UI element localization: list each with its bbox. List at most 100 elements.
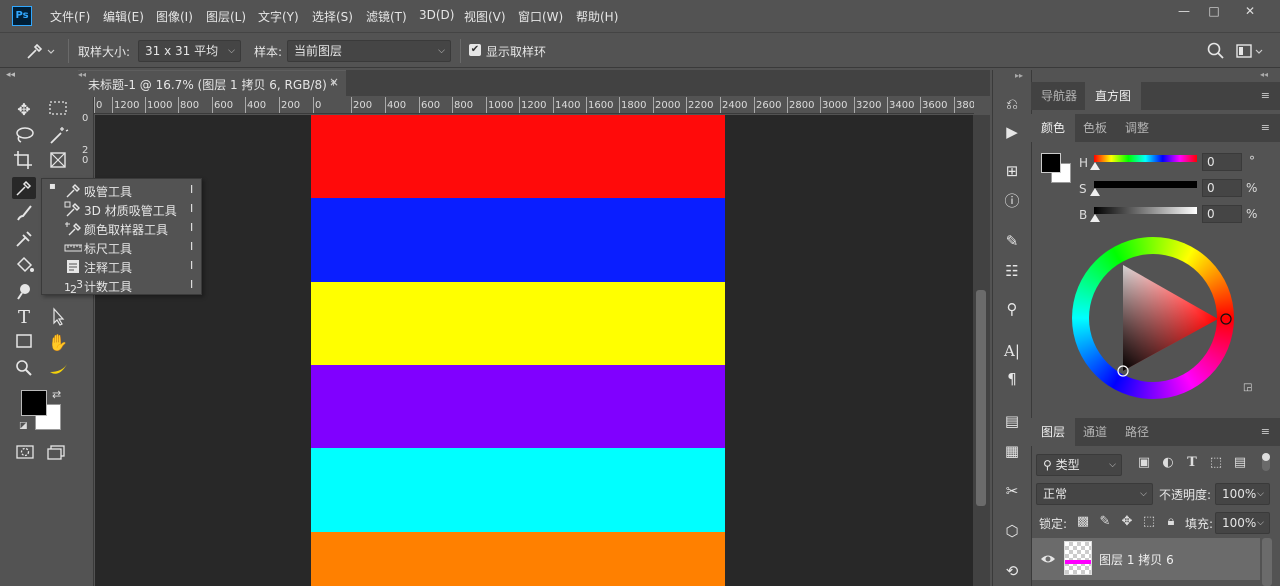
- fill-input[interactable]: 100% ⌵: [1215, 512, 1270, 534]
- magic-wand-tool-icon[interactable]: [46, 125, 70, 147]
- color-stripe[interactable]: [311, 198, 725, 283]
- panel-menu-icon[interactable]: ≡: [1261, 89, 1270, 102]
- layer-thumbnail[interactable]: [1064, 541, 1092, 575]
- hue-input[interactable]: 0: [1202, 153, 1242, 171]
- tab-histogram[interactable]: 直方图: [1085, 82, 1142, 110]
- layer-name[interactable]: 图层 1 拷贝 6: [1099, 551, 1174, 568]
- adjustments-sliders-icon[interactable]: ☷: [1001, 260, 1023, 282]
- color-stripe[interactable]: [311, 531, 725, 586]
- info-icon[interactable]: ⓘ: [1001, 190, 1023, 212]
- flyout-item-eyedropper[interactable]: ▪ 吸管工具 I: [42, 181, 203, 200]
- minimize-button[interactable]: —: [1170, 3, 1198, 19]
- layers-scrollbar[interactable]: [1262, 538, 1272, 586]
- clone-source-icon[interactable]: ⚲: [1001, 298, 1023, 320]
- character-icon[interactable]: A|: [1001, 340, 1023, 362]
- lasso-tool-icon[interactable]: [12, 125, 36, 147]
- menu-layer[interactable]: 图层(L): [206, 8, 246, 25]
- menu-type[interactable]: 文字(Y): [258, 8, 299, 25]
- paths-tools-icon[interactable]: ✂: [1001, 480, 1023, 502]
- filter-toggle[interactable]: [1262, 453, 1270, 471]
- lock-transparent-icon[interactable]: ▩: [1075, 514, 1091, 530]
- tab-channels[interactable]: 通道: [1073, 418, 1117, 446]
- marquee-tool-icon[interactable]: [46, 99, 70, 121]
- flyout-item-color-sampler[interactable]: 颜色取样器工具 I: [42, 219, 203, 238]
- brush-settings-icon[interactable]: ✎: [1001, 230, 1023, 252]
- color-stripe[interactable]: [311, 364, 725, 449]
- menu-file[interactable]: 文件(F): [50, 8, 90, 25]
- filter-adjustment-icon[interactable]: ◐: [1160, 455, 1176, 471]
- lock-position-icon[interactable]: ✥: [1119, 514, 1135, 530]
- banana-icon[interactable]: [46, 358, 70, 380]
- filter-pixel-icon[interactable]: ▣: [1136, 455, 1152, 471]
- color-panel-foreground[interactable]: [1041, 153, 1061, 173]
- opacity-input[interactable]: 100% ⌵: [1215, 483, 1270, 505]
- visibility-eye-icon[interactable]: [1040, 552, 1056, 566]
- workspace-icon[interactable]: [1236, 41, 1266, 61]
- history-icon[interactable]: ⎌: [1001, 93, 1023, 115]
- layer-filter-select[interactable]: ⚲ 类型 ⌵: [1036, 454, 1122, 476]
- menu-image[interactable]: 图像(I): [156, 8, 193, 25]
- rectangle-tool-icon[interactable]: [12, 332, 36, 354]
- brush-tool-icon[interactable]: [12, 203, 36, 225]
- paragraph-icon[interactable]: ¶: [1001, 368, 1023, 390]
- tab-navigator[interactable]: 导航器: [1031, 82, 1087, 110]
- color-stripe[interactable]: [311, 281, 725, 366]
- color-stripe[interactable]: [311, 448, 725, 533]
- tool-preset-picker[interactable]: [22, 40, 56, 62]
- menu-view[interactable]: 视图(V): [464, 8, 506, 25]
- blend-mode-select[interactable]: 正常 ⌵: [1036, 483, 1153, 505]
- show-ring-checkbox[interactable]: ✔: [469, 44, 481, 56]
- libraries-icon[interactable]: ⊞: [1001, 160, 1023, 182]
- collapse-left-icon[interactable]: ◂◂: [78, 70, 90, 82]
- document-tab[interactable]: 未标题-1 @ 16.7% (图层 1 拷贝 6, RGB/8) * ×: [78, 70, 346, 96]
- menu-window[interactable]: 窗口(W): [518, 8, 563, 25]
- lock-all-icon[interactable]: 🔒︎: [1163, 514, 1179, 530]
- color-stripe[interactable]: [311, 115, 725, 199]
- path-selection-tool-icon[interactable]: [46, 307, 70, 329]
- timeline-icon[interactable]: ⟲: [1001, 560, 1023, 582]
- actions-play-icon[interactable]: ▶: [1001, 121, 1023, 143]
- eyedropper-tool-icon[interactable]: [12, 177, 36, 199]
- flyout-item-note[interactable]: 注释工具 I: [42, 257, 203, 276]
- foreground-color-swatch[interactable]: [21, 390, 47, 416]
- tab-layers[interactable]: 图层: [1031, 418, 1076, 446]
- default-colors-icon[interactable]: ◪: [19, 421, 28, 431]
- tab-swatches[interactable]: 色板: [1073, 114, 1117, 142]
- filter-type-icon[interactable]: T: [1184, 455, 1200, 471]
- clone-stamp-tool-icon[interactable]: [12, 229, 36, 251]
- close-tab-icon[interactable]: ×: [329, 75, 339, 89]
- swap-colors-icon[interactable]: ⇄: [52, 388, 61, 401]
- brightness-input[interactable]: 0: [1202, 205, 1242, 223]
- menu-filter[interactable]: 滤镜(T): [366, 8, 407, 25]
- filter-smart-object-icon[interactable]: ▤: [1232, 455, 1248, 471]
- saturation-slider-track[interactable]: [1094, 181, 1197, 188]
- tab-paths[interactable]: 路径: [1115, 418, 1159, 446]
- move-tool-icon[interactable]: ✥: [12, 99, 36, 121]
- flyout-item-ruler[interactable]: 标尺工具 I: [42, 238, 203, 257]
- scrollbar-thumb[interactable]: [976, 290, 986, 506]
- menu-select[interactable]: 选择(S): [312, 8, 353, 25]
- color-triangle[interactable]: [1072, 237, 1234, 399]
- collapse-toolbar-icon[interactable]: ◂◂: [6, 70, 15, 80]
- hue-slider-handle[interactable]: [1090, 162, 1100, 170]
- notes-icon[interactable]: ▦: [1001, 440, 1023, 462]
- brightness-slider-track[interactable]: [1094, 207, 1197, 214]
- saturation-input[interactable]: 0: [1202, 179, 1242, 197]
- flyout-item-3d-material-eyedropper[interactable]: 3D 材质吸管工具 I: [42, 200, 203, 219]
- filter-shape-icon[interactable]: ⬚: [1208, 455, 1224, 471]
- zoom-tool-icon[interactable]: [12, 358, 36, 380]
- 3d-icon[interactable]: ⬡: [1001, 520, 1023, 542]
- paint-bucket-tool-icon[interactable]: [12, 255, 36, 277]
- menu-help[interactable]: 帮助(H): [576, 8, 618, 25]
- menu-3d[interactable]: 3D(D): [419, 8, 454, 22]
- properties-icon[interactable]: ▤: [1001, 410, 1023, 432]
- type-tool-icon[interactable]: T: [12, 307, 36, 329]
- panel-menu-icon[interactable]: ≡: [1261, 425, 1270, 438]
- hue-slider-track[interactable]: [1094, 155, 1197, 162]
- close-window-button[interactable]: ✕: [1236, 3, 1264, 19]
- hand-tool-icon[interactable]: ✋: [46, 332, 70, 354]
- collapse-right-icon[interactable]: ◂◂: [1260, 70, 1268, 79]
- crop-tool-icon[interactable]: [12, 150, 36, 172]
- layer-row-selected[interactable]: 图层 1 拷贝 6: [1032, 538, 1260, 580]
- lock-pixels-icon[interactable]: ✎: [1097, 514, 1113, 530]
